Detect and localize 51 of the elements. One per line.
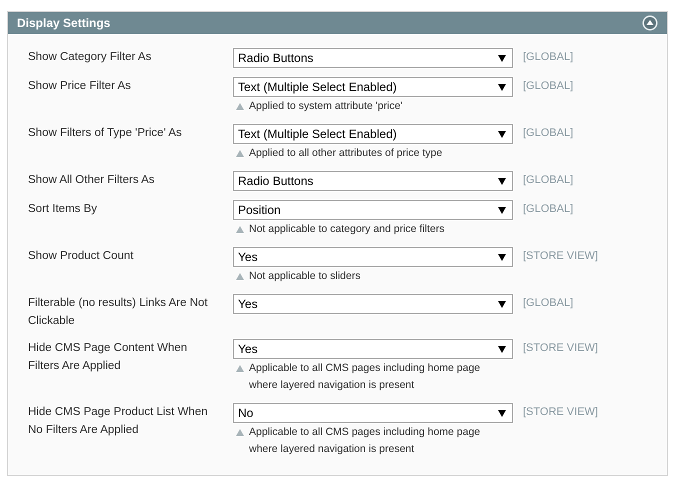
caret-icon bbox=[498, 130, 506, 138]
select-field[interactable]: Yes bbox=[233, 294, 513, 314]
caret-icon bbox=[498, 254, 506, 260]
note-triangle-icon bbox=[236, 150, 244, 157]
collapse-icon[interactable] bbox=[642, 15, 658, 31]
scope-label: [STORE VIEW] bbox=[523, 249, 598, 264]
select-field[interactable]: Yes bbox=[233, 247, 513, 267]
caret-icon bbox=[498, 410, 506, 416]
field-label: Show Price Filter As bbox=[28, 79, 132, 94]
section-title: Display Settings bbox=[17, 15, 110, 32]
field-label: Show Filters of Type 'Price' As bbox=[28, 126, 183, 141]
field-note: Not applicable to sliders bbox=[249, 269, 362, 284]
field-note: Applied to system attribute 'price' bbox=[249, 99, 404, 114]
section-header[interactable]: Display Settings bbox=[8, 12, 667, 34]
field-note: Applicable to all CMS pages including home page where layered navigation is present bbox=[249, 361, 482, 393]
select-field[interactable]: Text (Multiple Select Enabled) bbox=[233, 124, 513, 144]
select-field[interactable]: No bbox=[233, 403, 513, 423]
scope-label: [GLOBAL] bbox=[523, 173, 574, 188]
scope-label: [GLOBAL] bbox=[523, 50, 574, 65]
scope-label: [GLOBAL] bbox=[523, 79, 574, 94]
note-triangle-icon bbox=[236, 226, 244, 233]
select-field[interactable]: Text (Multiple Select Enabled) bbox=[233, 77, 513, 97]
scope-label: [GLOBAL] bbox=[523, 126, 574, 141]
caret-icon bbox=[498, 300, 506, 308]
note-triangle-icon bbox=[236, 103, 244, 110]
field-label: Filterable (no results) Links Are Not Clickable bbox=[28, 296, 209, 329]
caret-icon bbox=[498, 346, 506, 352]
field-label: Show Category Filter As bbox=[28, 50, 152, 65]
select-field[interactable]: Radio Buttons bbox=[233, 48, 513, 68]
scope-label: [GLOBAL] bbox=[523, 296, 574, 311]
field-label: Sort Items By bbox=[28, 202, 98, 217]
scope-label: [STORE VIEW] bbox=[523, 405, 598, 420]
field-label: Show All Other Filters As bbox=[28, 173, 156, 188]
caret-icon bbox=[498, 54, 506, 62]
select-field[interactable]: Radio Buttons bbox=[233, 171, 513, 191]
select-field[interactable]: Position bbox=[233, 200, 513, 220]
select-field[interactable]: Yes bbox=[233, 339, 513, 359]
scope-label: [GLOBAL] bbox=[523, 202, 574, 217]
field-label: Show Product Count bbox=[28, 249, 134, 264]
field-note: Not applicable to category and price filters bbox=[249, 222, 446, 237]
caret-icon bbox=[498, 178, 506, 184]
field-note: Applied to all other attributes of price type bbox=[249, 146, 444, 161]
field-label: Hide CMS Page Product List When No Filters Are Applied bbox=[28, 405, 209, 438]
note-triangle-icon bbox=[236, 273, 244, 280]
note-triangle-icon bbox=[236, 365, 244, 372]
scope-label: [STORE VIEW] bbox=[523, 341, 598, 356]
note-triangle-icon bbox=[236, 429, 244, 436]
caret-icon bbox=[498, 84, 506, 90]
field-label: Hide CMS Page Content When Filters Are Applied bbox=[28, 341, 188, 374]
caret-icon bbox=[498, 206, 506, 214]
field-note: Applicable to all CMS pages including home page where layered navigation is present bbox=[249, 425, 482, 457]
